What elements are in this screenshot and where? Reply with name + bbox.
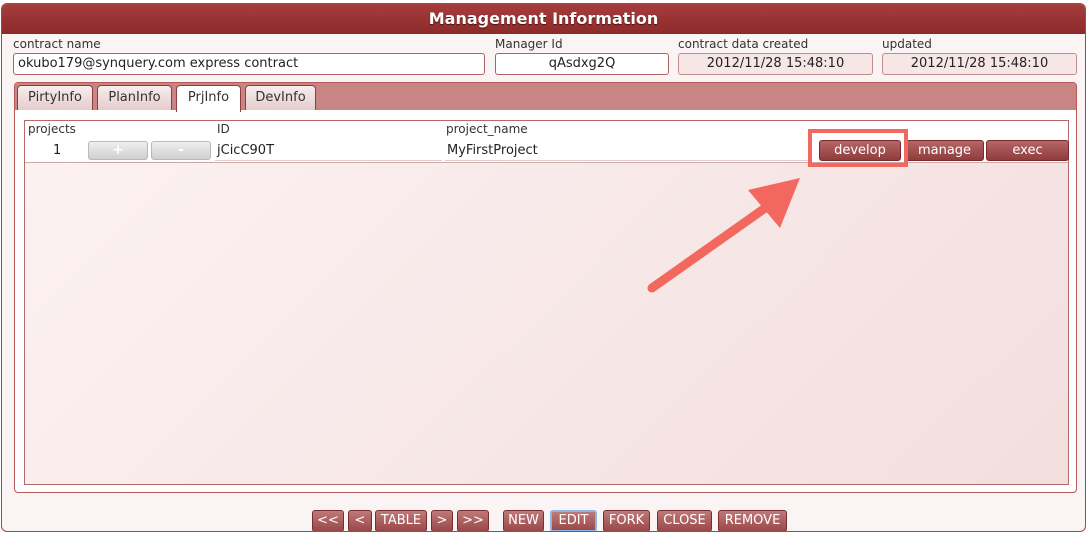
row-project-name-field[interactable]: MyFirstProject bbox=[445, 141, 809, 161]
new-button[interactable]: NEW bbox=[503, 510, 544, 531]
tab-panel: PirtyInfo PlanInfo PrjInfo DevInfo proje… bbox=[14, 82, 1077, 493]
tab-devinfo[interactable]: DevInfo bbox=[245, 85, 316, 110]
develop-highlight-box bbox=[808, 129, 908, 167]
manage-button[interactable]: manage bbox=[905, 140, 984, 161]
remove-row-button[interactable]: - bbox=[151, 141, 211, 160]
projects-grid: projects ID project_name 1 + - jCicC90T … bbox=[24, 120, 1069, 485]
header-project-name: project_name bbox=[446, 122, 528, 136]
updated-label: updated bbox=[882, 37, 932, 51]
header-projects: projects bbox=[28, 122, 76, 136]
created-field: 2012/11/28 15:48:10 bbox=[678, 53, 873, 75]
manager-id-field[interactable]: qAsdxg2Q bbox=[495, 53, 669, 75]
contract-name-label: contract name bbox=[13, 37, 101, 51]
grid-header: projects ID project_name bbox=[25, 121, 1068, 140]
row-index: 1 bbox=[53, 143, 62, 158]
tab-planinfo[interactable]: PlanInfo bbox=[97, 85, 172, 110]
contract-name-field[interactable]: okubo179@synquery.com express contract bbox=[13, 53, 485, 75]
row-id-field[interactable]: jCicC90T bbox=[215, 141, 442, 161]
table-button[interactable]: TABLE bbox=[375, 510, 427, 531]
management-window: Management Information contract name oku… bbox=[1, 3, 1086, 532]
last-button[interactable]: >> bbox=[457, 510, 489, 531]
tab-pirtyinfo[interactable]: PirtyInfo bbox=[17, 85, 93, 110]
edit-button[interactable]: EDIT bbox=[550, 510, 597, 531]
exec-button[interactable]: exec bbox=[986, 140, 1069, 161]
fork-button[interactable]: FORK bbox=[603, 510, 650, 531]
remove-button[interactable]: REMOVE bbox=[718, 510, 787, 531]
created-label: contract data created bbox=[678, 37, 809, 51]
manager-id-label: Manager Id bbox=[495, 37, 563, 51]
updated-field: 2012/11/28 15:48:10 bbox=[882, 53, 1077, 75]
tab-prjinfo[interactable]: PrjInfo bbox=[176, 85, 241, 112]
annotation-arrow-icon bbox=[647, 178, 800, 293]
tab-strip: PirtyInfo PlanInfo PrjInfo DevInfo bbox=[15, 83, 1076, 112]
first-button[interactable]: << bbox=[312, 510, 344, 531]
add-row-button[interactable]: + bbox=[88, 141, 148, 160]
header-id: ID bbox=[217, 122, 230, 136]
window-title: Management Information bbox=[2, 4, 1085, 34]
table-row[interactable]: 1 + - jCicC90T MyFirstProject develop ma… bbox=[25, 139, 1069, 163]
prev-button[interactable]: < bbox=[348, 510, 372, 531]
next-button[interactable]: > bbox=[431, 510, 453, 531]
close-button[interactable]: CLOSE bbox=[657, 510, 712, 531]
